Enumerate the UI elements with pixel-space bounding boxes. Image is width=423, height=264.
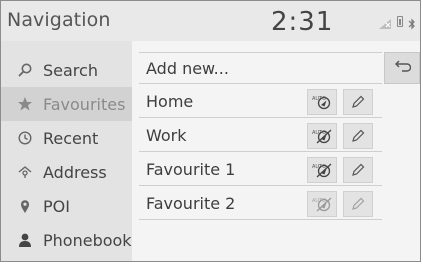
- auto-route-button[interactable]: AUTO: [307, 123, 337, 149]
- edit-button[interactable]: [343, 157, 373, 183]
- sidebar-item-label: POI: [43, 196, 70, 216]
- favourite-name: Favourite 2: [146, 194, 236, 213]
- sidebar-item-label: Favourites: [43, 94, 126, 114]
- edit-button[interactable]: [343, 123, 373, 149]
- list-item[interactable]: Home AUTO: [139, 86, 382, 118]
- edit-button[interactable]: [343, 89, 373, 115]
- pencil-icon: [352, 129, 365, 142]
- back-button[interactable]: [384, 52, 420, 84]
- star-icon: [9, 96, 41, 112]
- sidebar-item-label: Address: [43, 162, 107, 182]
- sidebar-item-poi[interactable]: POI: [1, 189, 132, 223]
- favourite-name: Work: [146, 126, 187, 145]
- sidebar: Search Favourites Recent Address POI Pho…: [1, 41, 132, 261]
- sidebar-item-search[interactable]: Search: [1, 53, 132, 87]
- list-item[interactable]: Favourite 1 AUTO: [139, 154, 382, 186]
- auto-route-button[interactable]: AUTO: [307, 157, 337, 183]
- battery-icon: [397, 15, 403, 27]
- pencil-icon: [352, 95, 365, 108]
- sidebar-item-address[interactable]: Address: [1, 155, 132, 189]
- edit-button[interactable]: [343, 191, 373, 217]
- auto-route-off-icon: AUTO: [312, 163, 332, 178]
- favourite-name: Favourite 1: [146, 160, 236, 179]
- search-icon: [9, 62, 41, 78]
- sidebar-item-label: Recent: [43, 128, 99, 148]
- auto-route-off-icon: AUTO: [312, 129, 332, 144]
- clock: 2:31: [271, 7, 334, 37]
- navigation-screen: Navigation 2:31 Search Favourites Recent…: [0, 0, 421, 262]
- pencil-icon: [352, 197, 365, 210]
- list-item[interactable]: Work AUTO: [139, 120, 382, 152]
- bluetooth-icon: [408, 15, 416, 30]
- status-icons: [378, 14, 416, 30]
- sidebar-item-favourites[interactable]: Favourites: [1, 87, 132, 121]
- auto-route-off-icon: AUTO: [312, 197, 332, 212]
- sidebar-item-recent[interactable]: Recent: [1, 121, 132, 155]
- page-title: Navigation: [7, 9, 111, 31]
- favourite-name: Home: [146, 92, 194, 111]
- list-item[interactable]: Favourite 2 AUTO: [139, 188, 382, 220]
- add-new-row[interactable]: Add new...: [139, 52, 382, 84]
- address-icon: [9, 164, 41, 180]
- sidebar-item-phonebook[interactable]: Phonebook: [1, 223, 132, 257]
- person-icon: [9, 232, 41, 248]
- clock-icon: [9, 130, 41, 146]
- auto-route-button[interactable]: AUTO: [307, 191, 337, 217]
- auto-route-icon: AUTO: [312, 96, 331, 110]
- header-bar: Navigation 2:31: [1, 1, 420, 41]
- pencil-icon: [352, 163, 365, 176]
- add-new-label: Add new...: [146, 59, 229, 78]
- signal-off-icon: [378, 15, 392, 29]
- poi-pin-icon: [9, 198, 41, 214]
- sidebar-item-label: Search: [43, 60, 98, 80]
- favourites-list: Add new... Home AUTO Work AUTO Favourite…: [132, 41, 420, 261]
- back-arrow-icon: [393, 59, 412, 78]
- sidebar-item-label: Phonebook: [43, 230, 132, 250]
- auto-route-button[interactable]: AUTO: [307, 89, 337, 115]
